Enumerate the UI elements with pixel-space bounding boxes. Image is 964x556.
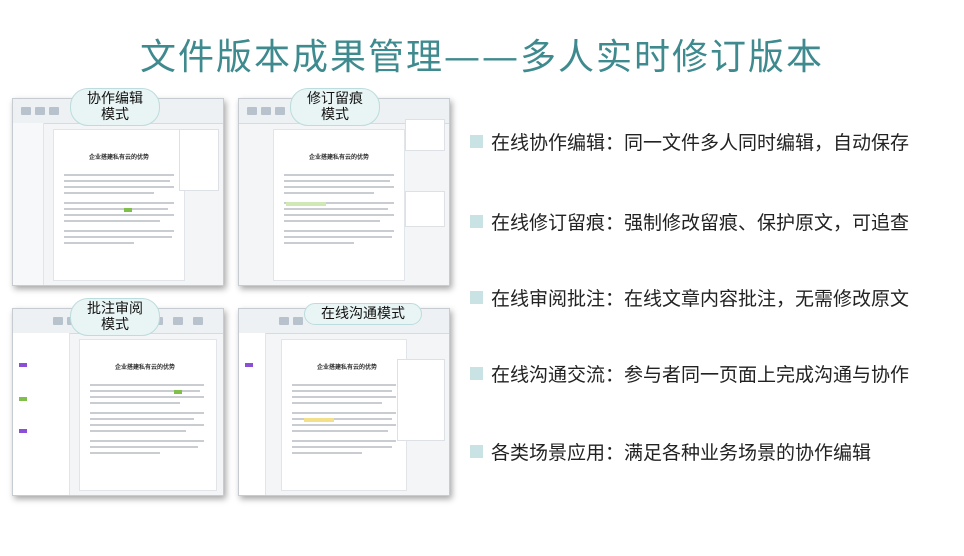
document-title: 企业搭建私有云的优势 [114,364,175,371]
mode-label-collab: 协作编辑 模式 [70,88,160,126]
document-title: 企业搭建私有云的优势 [316,364,377,371]
user-list [239,333,266,495]
sidebar [13,123,44,285]
bullet-icon [470,135,483,148]
bullet-icon [470,291,483,304]
document-title: 企业搭建私有云的优势 [88,154,149,161]
users-panel [179,129,219,191]
revision-tooltip [405,191,445,227]
document-page: 企业搭建私有云的优势 [53,129,185,281]
mode-label-annotation: 批注审阅 模式 [70,298,160,336]
screenshot-annotation: 企业搭建私有云的优势 [12,308,224,496]
document-title: 企业搭建私有云的优势 [308,154,369,161]
mode-label-revision: 修订留痕 模式 [290,88,380,126]
mode-label-communication: 在线沟通模式 [304,303,422,325]
revision-panel [405,119,445,151]
feature-item: 在线协作编辑：同一文件多人同时编辑，自动保存 [470,128,964,156]
bullet-icon [470,445,483,458]
feature-item: 各类场景应用：满足各种业务场景的协作编辑 [470,438,964,466]
feature-item: 在线修订留痕：强制修改留痕、保护原文，可追查 [470,208,964,236]
feature-item: 在线审阅批注：在线文章内容批注，无需修改原文 [470,284,964,312]
document-page: 企业搭建私有云的优势 [281,339,407,491]
bullet-icon [470,215,483,228]
document-page: 企业搭建私有云的优势 [273,129,405,281]
screenshot-revision: 企业搭建私有云的优势 [238,98,450,286]
chat-panel [397,359,445,441]
document-page: 企业搭建私有云的优势 [79,339,217,491]
screenshot-collab-edit: 企业搭建私有云的优势 [12,98,224,286]
comments-panel [13,333,70,495]
bullet-icon [470,367,483,380]
feature-item: 在线沟通交流：参与者同一页面上完成沟通与协作 [470,360,964,388]
screenshot-communication: 企业搭建私有云的优势 [238,308,450,496]
page-title: 文件版本成果管理——多人实时修订版本 [139,37,824,78]
